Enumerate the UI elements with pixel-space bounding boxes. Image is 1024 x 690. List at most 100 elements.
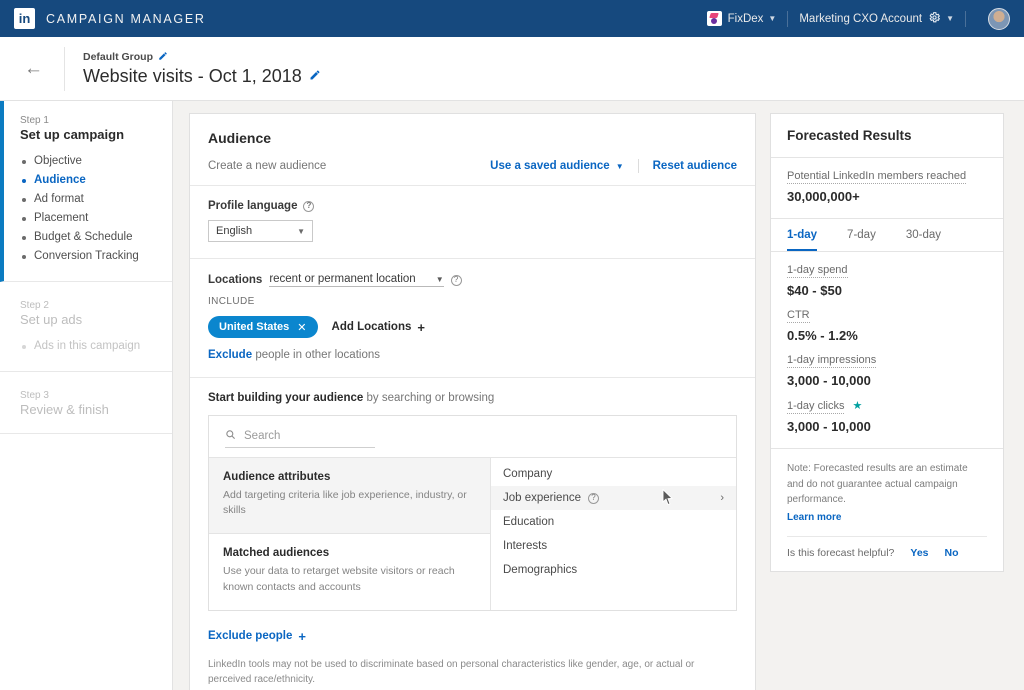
helpful-yes-button[interactable]: Yes <box>910 547 928 559</box>
campaign-steps-sidebar: Step 1 Set up campaign Objective Audienc… <box>0 101 173 690</box>
audience-subtitle-row: Create a new audience Use a saved audien… <box>208 159 737 173</box>
audience-header-actions: Use a saved audience ▼ Reset audience <box>490 159 737 173</box>
campaign-title-label: Website visits - Oct 1, 2018 <box>83 65 302 86</box>
step-2-block: Step 2 Set up ads Ads in this campaign <box>0 282 172 372</box>
category-matched-audiences[interactable]: Matched audiences Use your data to retar… <box>209 534 490 609</box>
exclude-people-button[interactable]: Exclude people + <box>190 615 755 644</box>
step-1-block: Step 1 Set up campaign Objective Audienc… <box>0 101 172 282</box>
use-saved-audience-button[interactable]: Use a saved audience <box>490 160 610 172</box>
option-demographics[interactable]: Demographics <box>491 558 736 582</box>
ad-account-switcher[interactable]: Marketing CXO Account ▼ <box>799 11 954 27</box>
disclaimer-text: LinkedIn tools may not be used to discri… <box>208 658 695 685</box>
step-2-name: Set up ads <box>20 312 83 327</box>
stat-label[interactable]: CTR <box>787 309 810 323</box>
sidebar-item-objective[interactable]: Objective <box>20 151 156 170</box>
stat-value: $40 - $50 <box>787 283 842 298</box>
search-input[interactable] <box>244 430 375 442</box>
option-interests[interactable]: Interests <box>491 534 736 558</box>
audience-card-header: Audience Create a new audience Use a sav… <box>190 114 755 186</box>
stat-label[interactable]: 1-day clicks <box>787 400 845 414</box>
location-chip-label: United States <box>219 321 290 333</box>
option-education[interactable]: Education <box>491 510 736 534</box>
plus-icon: + <box>298 628 306 644</box>
sidebar-item-budget-schedule[interactable]: Budget & Schedule <box>20 227 156 246</box>
option-label: Interests <box>503 540 548 552</box>
tab-1-day[interactable]: 1-day <box>787 219 818 251</box>
edit-pencil-icon[interactable] <box>309 69 321 84</box>
stat-label[interactable]: 1-day impressions <box>787 354 877 368</box>
profile-language-section: Profile language ? English ▼ <box>190 186 755 259</box>
profile-language-text: Profile language <box>208 200 298 212</box>
gear-icon[interactable] <box>928 11 941 27</box>
forecasted-results-card: Forecasted Results Potential LinkedIn me… <box>770 113 1004 572</box>
stat-label-wrap: 1-day clicks ★ <box>787 399 987 414</box>
location-type-select[interactable]: recent or permanent location ▼ <box>269 273 444 287</box>
step-3-block: Step 3 Review & finish <box>0 372 172 434</box>
forecast-title: Forecasted Results <box>787 128 912 143</box>
browse-columns: Audience attributes Add targeting criter… <box>209 457 736 610</box>
forecast-learn-more-link[interactable]: Learn more <box>787 510 987 526</box>
mouse-cursor-icon <box>662 488 674 509</box>
avatar[interactable] <box>988 7 1010 30</box>
sidebar-item-ads-in-campaign: Ads in this campaign <box>20 336 156 355</box>
add-locations-button[interactable]: Add Locations + <box>332 320 425 335</box>
forecast-note-text: Note: Forecasted results are an estimate… <box>787 463 968 505</box>
sidebar-item-placement[interactable]: Placement <box>20 208 156 227</box>
sidebar-item-audience[interactable]: Audience <box>20 170 156 189</box>
locations-section: Locations recent or permanent location ▼… <box>190 259 755 378</box>
sidebar-item-conversion-tracking[interactable]: Conversion Tracking <box>20 246 156 265</box>
add-locations-label: Add Locations <box>331 321 412 333</box>
group-name-label: Default Group <box>83 51 153 63</box>
forecast-header: Forecasted Results <box>771 114 1003 158</box>
reach-value: 30,000,000+ <box>787 189 860 204</box>
option-company[interactable]: Company <box>491 462 736 486</box>
forecast-column: Forecasted Results Potential LinkedIn me… <box>770 101 1024 690</box>
linkedin-logo-icon[interactable]: in <box>14 8 35 29</box>
profile-language-select[interactable]: English ▼ <box>208 220 313 242</box>
audience-subtitle: Create a new audience <box>208 160 327 172</box>
reset-audience-button[interactable]: Reset audience <box>653 160 737 172</box>
edit-pencil-icon[interactable] <box>158 51 168 64</box>
sidebar-item-ad-format[interactable]: Ad format <box>20 189 156 208</box>
brand-account-switcher[interactable]: FixDex ▼ <box>706 11 776 26</box>
help-icon[interactable]: ? <box>303 200 315 212</box>
exclude-locations-text: people in other locations <box>255 349 380 361</box>
account-name-label: Marketing CXO Account <box>799 12 923 25</box>
profile-language-value: English <box>216 225 253 237</box>
step-3-name: Review & finish <box>20 402 109 417</box>
tab-7-day[interactable]: 7-day <box>847 219 876 251</box>
audience-title: Audience <box>208 130 272 146</box>
group-name-row: Default Group <box>83 51 321 64</box>
option-label: Company <box>503 468 553 480</box>
helpful-question: Is this forecast helpful? <box>787 547 895 559</box>
category-description: Add targeting criteria like job experien… <box>223 489 467 517</box>
back-button[interactable]: ← <box>24 58 64 80</box>
chevron-down-icon: ▼ <box>297 226 305 236</box>
top-navigation-bar: in CAMPAIGN MANAGER FixDex ▼ Marketing C… <box>0 0 1024 37</box>
audience-browser: Audience attributes Add targeting criter… <box>208 415 737 611</box>
help-icon[interactable]: ? <box>450 274 462 286</box>
locations-header-row: Locations recent or permanent location ▼… <box>208 273 737 287</box>
step-3-label: Step 3 <box>20 390 49 401</box>
location-chip-united-states[interactable]: United States ✕ <box>208 316 318 338</box>
audience-category-column: Audience attributes Add targeting criter… <box>209 458 491 610</box>
stat-label[interactable]: 1-day spend <box>787 264 848 278</box>
chevron-down-icon[interactable]: ▼ <box>616 162 624 171</box>
helpful-no-button[interactable]: No <box>945 547 959 559</box>
option-job-experience[interactable]: Job experience ? › <box>491 486 736 510</box>
close-icon[interactable]: ✕ <box>297 321 306 334</box>
chevron-down-icon: ▼ <box>946 14 954 23</box>
reach-label[interactable]: Potential LinkedIn members reached <box>787 170 967 184</box>
exclude-locations-row[interactable]: Exclude people in other locations <box>208 349 737 361</box>
help-icon[interactable]: ? <box>588 492 599 504</box>
divider <box>787 10 789 27</box>
exclude-link[interactable]: Exclude <box>208 349 252 361</box>
app-title: CAMPAIGN MANAGER <box>46 11 206 26</box>
tab-30-day[interactable]: 30-day <box>906 219 941 251</box>
stat-value: 0.5% - 1.2% <box>787 328 858 343</box>
option-label: Education <box>503 516 555 528</box>
category-audience-attributes[interactable]: Audience attributes Add targeting criter… <box>209 458 490 535</box>
option-label: Demographics <box>503 564 578 576</box>
chevron-down-icon: ▼ <box>435 274 444 284</box>
stat-value: 3,000 - 10,000 <box>787 419 871 434</box>
